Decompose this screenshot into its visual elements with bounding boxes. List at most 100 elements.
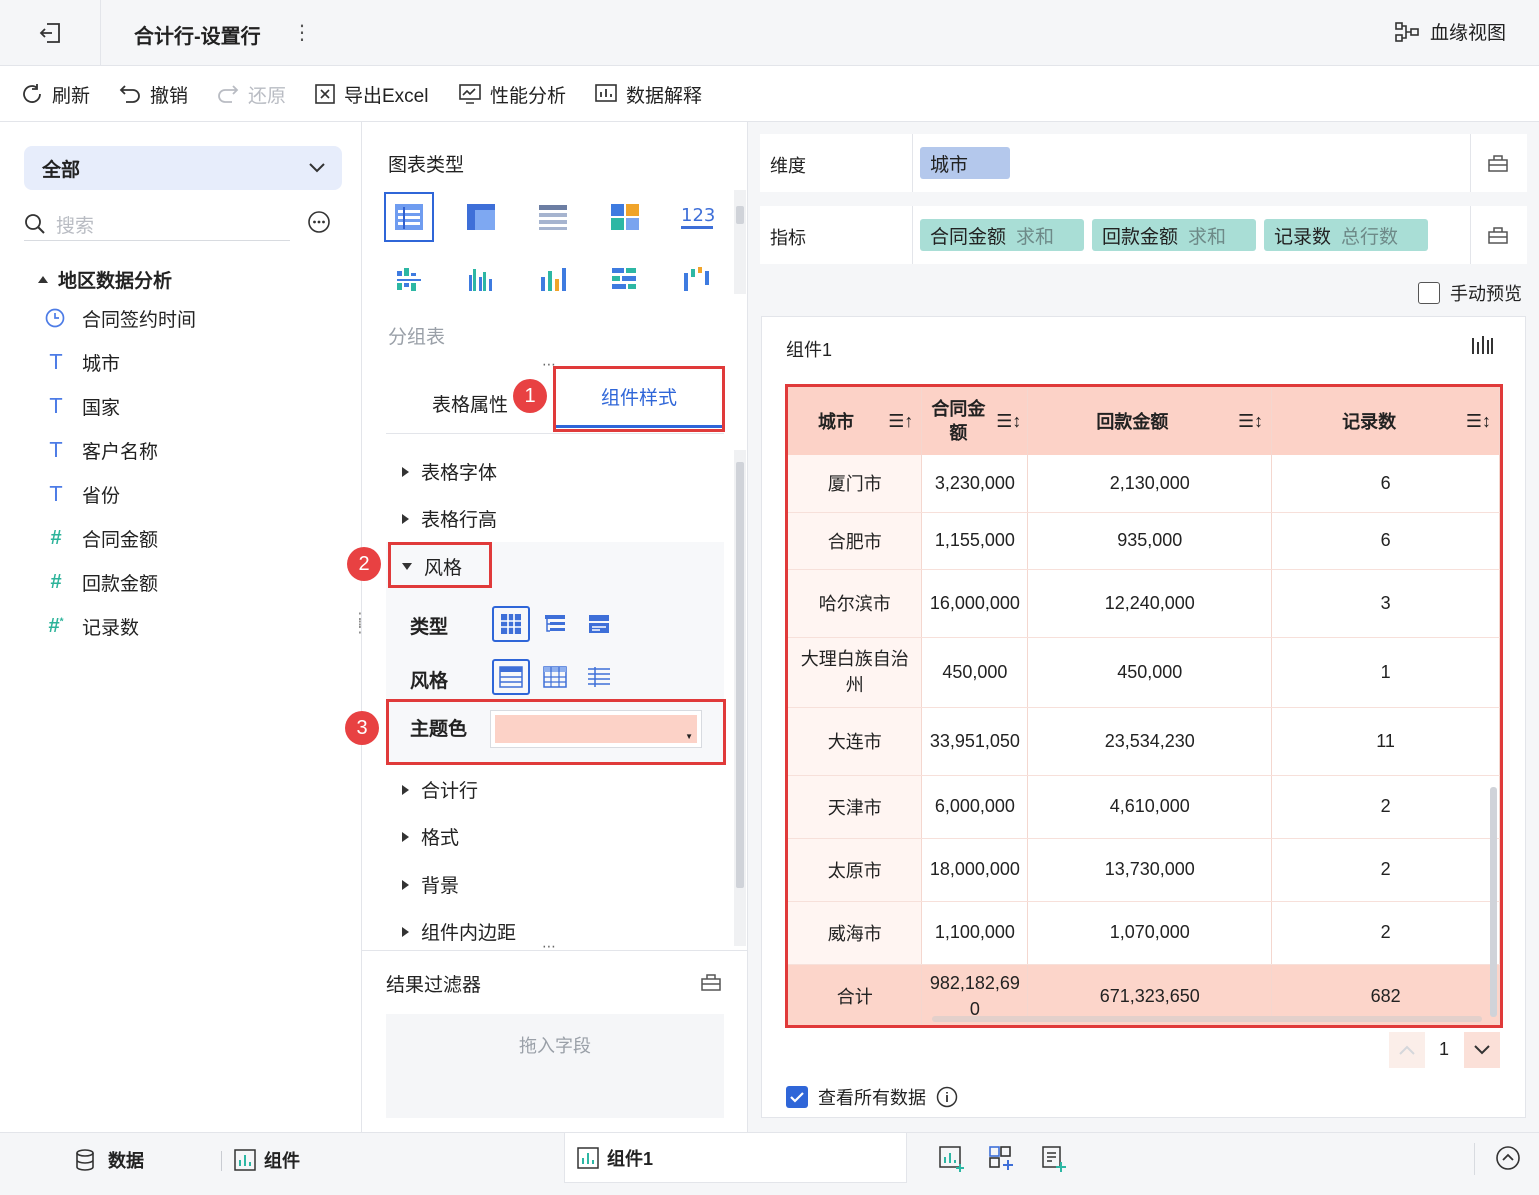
chart-type-name: 分组表 [388,327,446,348]
dimension-settings-icon[interactable] [1487,153,1509,173]
more-options-icon[interactable] [307,210,331,234]
measure-chip[interactable]: 合同金额 求和 [920,219,1084,251]
field-item[interactable]: 合同签约时间 [44,296,196,340]
add-report-icon[interactable] [1040,1145,1068,1173]
field-item[interactable]: # 回款金额 [44,560,158,604]
excel-icon [314,83,336,105]
annotation-box-table [785,384,1503,1028]
chart-type-cross-table[interactable] [456,192,506,242]
section-total-row[interactable]: 合计行 [402,776,478,803]
calc-number-icon: #* [48,614,64,637]
redo-icon [216,82,240,106]
undo-label: 撤销 [150,85,189,107]
field-name: 国家 [82,397,121,419]
search-input[interactable]: 搜索 [56,211,94,238]
dimension-row [760,134,1527,192]
chip-aggregation: 求和 [1016,226,1055,248]
dataset-node[interactable]: 地区数据分析 [38,266,172,293]
section-background[interactable]: 背景 [402,871,459,898]
performance-label: 性能分析 [490,85,567,107]
field-item[interactable]: # 合同金额 [44,516,158,560]
dimension-chip[interactable]: 城市 [920,147,1010,179]
annotation-box-theme [386,699,726,765]
component-tab[interactable]: 组件 [234,1147,300,1173]
chart-type-grouped-bar[interactable] [384,254,434,304]
active-tab-label: 组件1 [607,1148,654,1169]
annotation-badge-3: 3 [345,711,379,745]
search-field[interactable]: 搜索 [24,208,290,241]
drop-zone-hint: 拖入字段 [519,1036,591,1056]
chart-type-waterfall[interactable] [672,254,722,304]
filter-settings-icon[interactable] [700,972,722,992]
add-chart-icon[interactable] [938,1145,966,1173]
active-component-tab[interactable]: 组件1 [564,1133,907,1183]
chart-type-detail-table[interactable] [528,192,578,242]
filter-drop-zone[interactable]: 拖入字段 [386,1014,724,1118]
measure-chip[interactable]: 记录数 总行数 [1264,219,1428,251]
refresh-label: 刷新 [52,85,91,107]
component-chart-icon [577,1146,599,1169]
chart-type-column[interactable] [456,254,506,304]
field-item[interactable]: T 城市 [44,340,120,384]
style-lines-option[interactable] [580,659,618,695]
chart-type-bar[interactable] [600,254,650,304]
export-excel-button[interactable]: 导出Excel [314,66,428,122]
collapse-panel-icon[interactable] [1495,1145,1521,1171]
undo-button[interactable]: 撤销 [118,66,188,122]
section-padding[interactable]: 组件内边距 [402,918,516,945]
expand-triangle-icon [402,466,409,477]
manual-preview-checkbox[interactable]: 手动预览 [1418,280,1522,306]
style-grid-option[interactable] [536,659,574,695]
section-row-height[interactable]: 表格行高 [402,505,497,532]
performance-analysis-button[interactable]: 性能分析 [458,66,566,122]
annotation-box-style [388,542,492,588]
chart-type-kpi[interactable]: 123 [672,192,722,242]
drag-handle[interactable]: ⋯ [542,938,556,955]
chart-list-scrollbar[interactable] [734,190,746,294]
section-format[interactable]: 格式 [402,823,459,850]
annotation-badge-1: 1 [513,379,547,413]
refresh-button[interactable]: 刷新 [20,66,90,122]
field-item[interactable]: T 客户名称 [44,428,158,472]
toolbar: 刷新 撤销 还原 导出Excel 性能分析 数据解释 [0,66,1539,122]
page-down-button[interactable] [1464,1032,1500,1068]
chart-type-title: 图表类型 [388,155,465,176]
measure-chip[interactable]: 回款金额 求和 [1092,219,1256,251]
redo-label: 还原 [248,85,287,107]
lineage-view-button[interactable]: 血缘视图 [1394,18,1506,45]
view-all-data-checkbox[interactable]: 查看所有数据 [786,1084,958,1110]
page-up-button[interactable] [1389,1032,1425,1068]
section-table-font[interactable]: 表格字体 [402,458,497,485]
style-striped-option[interactable] [492,659,530,695]
chart-switch-icon[interactable] [1470,334,1494,358]
info-icon[interactable] [936,1086,958,1108]
settings-scrollbar[interactable] [734,450,746,946]
chart-type-stacked-column[interactable] [528,254,578,304]
chip-label: 记录数 [1274,226,1332,248]
dataset-dropdown[interactable]: 全部 [24,146,342,190]
section-label: 背景 [421,876,460,897]
tab-table-properties[interactable]: 表格属性 [432,390,508,417]
more-menu-icon[interactable]: ⋮ [292,20,312,45]
field-item[interactable]: T 省份 [44,472,120,516]
type-grid-option[interactable] [492,606,530,642]
field-name: 记录数 [82,617,140,639]
checkbox-unchecked-icon [1418,282,1440,304]
measure-settings-icon[interactable] [1487,225,1509,245]
chart-type-grouped-table[interactable] [384,192,434,242]
redo-button[interactable]: 还原 [216,66,286,122]
svg-text:123: 123 [681,205,714,226]
data-tab[interactable]: 数据 [74,1147,144,1173]
add-layout-icon[interactable] [988,1145,1016,1173]
data-explain-button[interactable]: 数据解释 [594,66,702,122]
measure-label: 指标 [770,228,806,248]
field-item[interactable]: T 国家 [44,384,120,428]
view-all-label: 查看所有数据 [818,1088,926,1108]
type-compact-option[interactable] [580,606,618,642]
chart-type-card[interactable] [600,192,650,242]
chip-label: 合同金额 [930,226,1007,248]
type-tree-option[interactable] [536,606,574,642]
type-label: 类型 [410,617,449,638]
field-item[interactable]: #* 记录数 [44,604,139,648]
exit-icon[interactable] [38,20,64,46]
